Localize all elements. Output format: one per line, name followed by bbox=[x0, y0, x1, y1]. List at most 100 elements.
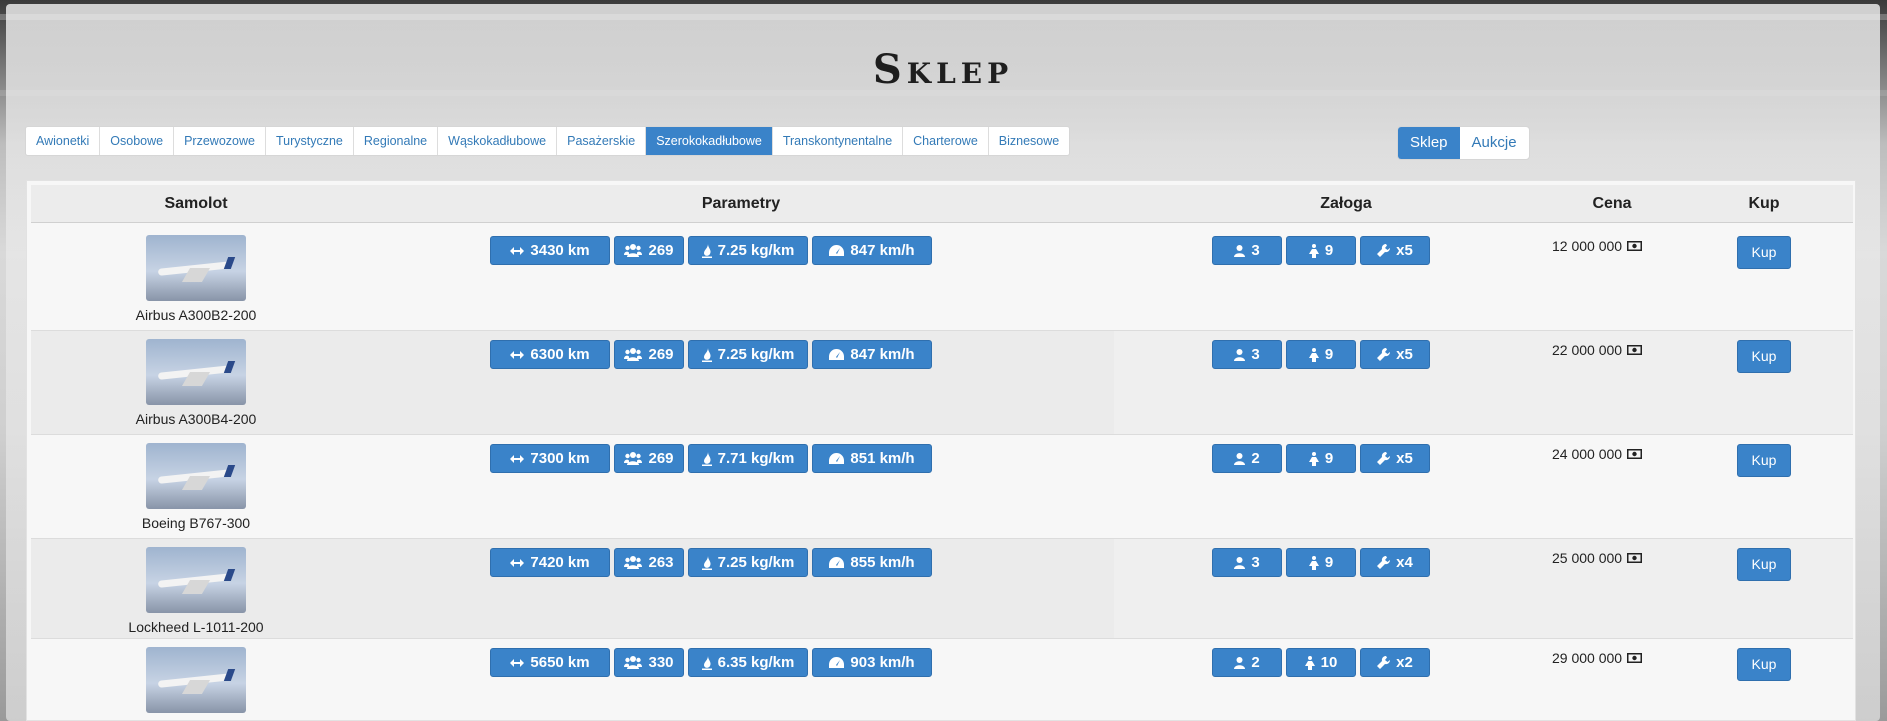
range-value: 5650 km bbox=[530, 654, 590, 671]
buy-button[interactable]: Kup bbox=[1737, 444, 1791, 477]
fuel-drop-icon bbox=[701, 655, 712, 670]
price-cell: 25 000 000 bbox=[1552, 550, 1643, 566]
buy-button[interactable]: Kup bbox=[1737, 236, 1791, 269]
plane-cell: Boeing B787-3 bbox=[91, 647, 301, 720]
buy-button[interactable]: Kup bbox=[1737, 340, 1791, 373]
tab-waskokadlubowe[interactable]: Wąskokadłubowe bbox=[438, 127, 558, 155]
range-value: 7420 km bbox=[530, 554, 590, 571]
shop-button[interactable]: Sklep bbox=[1398, 127, 1460, 159]
header-plane: Samolot bbox=[164, 195, 228, 212]
female-icon bbox=[1304, 655, 1315, 670]
speedometer-icon bbox=[829, 656, 845, 668]
tab-regionalne[interactable]: Regionalne bbox=[354, 127, 439, 155]
passengers-badge: 269 bbox=[614, 444, 684, 473]
plane-name: Lockheed L-1011-200 bbox=[128, 619, 264, 635]
params-group: 3430 km 269 7.25 kg/km 847 km/h bbox=[490, 236, 932, 265]
fuel-value: 7.25 kg/km bbox=[717, 554, 795, 571]
range-badge: 7420 km bbox=[490, 548, 610, 577]
female-icon bbox=[1308, 347, 1319, 362]
buy-button[interactable]: Kup bbox=[1737, 648, 1791, 681]
pilots-badge: 3 bbox=[1212, 548, 1282, 577]
price-value: 12 000 000 bbox=[1552, 238, 1623, 254]
wrench-icon bbox=[1377, 452, 1391, 465]
auctions-button[interactable]: Aukcje bbox=[1460, 127, 1529, 159]
pilots-value: 2 bbox=[1251, 450, 1260, 467]
params-group: 6300 km 269 7.25 kg/km 847 km/h bbox=[490, 340, 932, 369]
user-icon bbox=[1234, 556, 1246, 569]
mechanics-badge: x5 bbox=[1360, 444, 1430, 473]
pilots-badge: 3 bbox=[1212, 340, 1282, 369]
plane-cell: Lockheed L-1011-200 bbox=[91, 547, 301, 635]
tab-przewozowe[interactable]: Przewozowe bbox=[174, 127, 266, 155]
passengers-value: 269 bbox=[648, 346, 674, 363]
pilots-badge: 2 bbox=[1212, 648, 1282, 677]
crew-group: 3 9 x5 bbox=[1212, 340, 1430, 369]
tab-szerokokadlubowe[interactable]: Szerokokadłubowe bbox=[646, 127, 773, 155]
fuel-drop-icon bbox=[701, 451, 712, 466]
attendants-value: 10 bbox=[1320, 654, 1338, 671]
fuel-value: 7.25 kg/km bbox=[717, 346, 795, 363]
table-row: Boeing B767-300 7300 km 269 7.71 kg/km 8… bbox=[31, 435, 1853, 539]
speed-badge: 855 km/h bbox=[812, 548, 932, 577]
params-group: 7420 km 263 7.25 kg/km 855 km/h bbox=[490, 548, 932, 577]
speedometer-icon bbox=[829, 348, 845, 360]
arrows-horizontal-icon bbox=[510, 558, 525, 567]
fuel-value: 6.35 kg/km bbox=[717, 654, 795, 671]
speedometer-icon bbox=[829, 556, 845, 568]
money-icon bbox=[1627, 553, 1643, 563]
users-icon bbox=[624, 244, 643, 257]
wrench-icon bbox=[1377, 656, 1391, 669]
price-cell: 22 000 000 bbox=[1552, 342, 1643, 358]
fuel-drop-icon bbox=[701, 347, 712, 362]
attendants-badge: 9 bbox=[1286, 444, 1356, 473]
range-value: 6300 km bbox=[530, 346, 590, 363]
mechanics-badge: x4 bbox=[1360, 548, 1430, 577]
tab-transkontynentalne[interactable]: Transkontynentalne bbox=[773, 127, 904, 155]
female-icon bbox=[1308, 555, 1319, 570]
attendants-badge: 9 bbox=[1286, 236, 1356, 265]
plane-name: Airbus A300B2-200 bbox=[135, 307, 257, 323]
fuel-value: 7.71 kg/km bbox=[717, 450, 795, 467]
range-badge: 5650 km bbox=[490, 648, 610, 677]
tab-pasazerskie[interactable]: Pasażerskie bbox=[557, 127, 647, 155]
mechanics-value: x5 bbox=[1396, 242, 1413, 259]
attendants-value: 9 bbox=[1324, 554, 1334, 571]
params-group: 5650 km 330 6.35 kg/km 903 km/h bbox=[490, 648, 932, 677]
tab-turystyczne[interactable]: Turystyczne bbox=[266, 127, 354, 155]
mechanics-value: x5 bbox=[1396, 346, 1413, 363]
shop-auction-switch: Sklep Aukcje bbox=[1397, 126, 1530, 160]
speed-value: 847 km/h bbox=[850, 346, 915, 363]
money-icon bbox=[1627, 345, 1643, 355]
plane-photo bbox=[146, 547, 246, 613]
mechanics-badge: x2 bbox=[1360, 648, 1430, 677]
fuel-badge: 6.35 kg/km bbox=[688, 648, 808, 677]
passengers-badge: 269 bbox=[614, 236, 684, 265]
table-header: Samolot Parametry Załoga Cena Kup bbox=[31, 185, 1853, 223]
tab-charterowe[interactable]: Charterowe bbox=[903, 127, 989, 155]
price-value: 24 000 000 bbox=[1552, 446, 1623, 462]
speed-value: 847 km/h bbox=[850, 242, 915, 259]
wrench-icon bbox=[1377, 348, 1391, 361]
female-icon bbox=[1308, 451, 1319, 466]
passengers-badge: 263 bbox=[614, 548, 684, 577]
tab-awionetki[interactable]: Awionetki bbox=[26, 127, 101, 155]
crew-group: 2 9 x5 bbox=[1212, 444, 1430, 473]
passengers-value: 269 bbox=[648, 450, 674, 467]
buy-button[interactable]: Kup bbox=[1737, 548, 1791, 581]
speed-badge: 851 km/h bbox=[812, 444, 932, 473]
arrows-horizontal-icon bbox=[510, 246, 525, 255]
mechanics-badge: x5 bbox=[1360, 236, 1430, 265]
user-icon bbox=[1234, 656, 1246, 669]
plane-photo bbox=[146, 339, 246, 405]
price-value: 22 000 000 bbox=[1552, 342, 1623, 358]
users-icon bbox=[624, 348, 643, 361]
passengers-value: 269 bbox=[648, 242, 674, 259]
attendants-badge: 10 bbox=[1286, 648, 1356, 677]
fuel-badge: 7.25 kg/km bbox=[688, 548, 808, 577]
tab-biznesowe[interactable]: Biznesowe bbox=[989, 127, 1069, 155]
plane-cell: Airbus A300B2-200 bbox=[91, 235, 301, 323]
attendants-value: 9 bbox=[1324, 346, 1334, 363]
plane-name: Boeing B767-300 bbox=[141, 515, 251, 531]
tab-osobowe[interactable]: Osobowe bbox=[100, 127, 175, 155]
money-icon bbox=[1627, 653, 1643, 663]
